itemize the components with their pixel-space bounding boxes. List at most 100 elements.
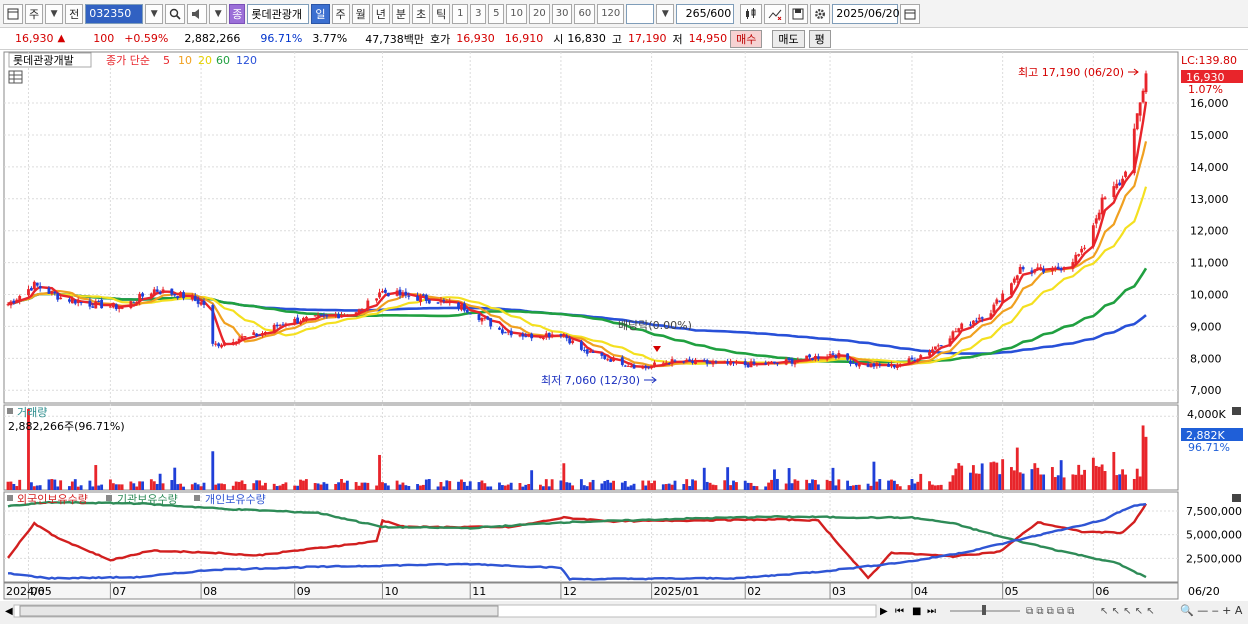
candle-body bbox=[837, 353, 841, 358]
candle-body bbox=[337, 314, 340, 319]
table-grid-icon[interactable] bbox=[8, 70, 23, 84]
average-button[interactable]: 평 bbox=[808, 29, 831, 48]
holdings-close-icon[interactable] bbox=[1232, 494, 1241, 502]
bid-price: 16,910 bbox=[504, 32, 544, 45]
volume-bar bbox=[787, 468, 791, 490]
volume-bar bbox=[334, 484, 338, 490]
candle-body bbox=[97, 300, 101, 302]
interval-60[interactable]: 60 bbox=[574, 3, 596, 24]
tab-month[interactable]: 월 bbox=[351, 3, 370, 24]
candle-body bbox=[480, 318, 484, 322]
save-icon[interactable] bbox=[788, 3, 809, 24]
scrollbar-thumb[interactable] bbox=[19, 605, 499, 617]
price-tick-label: 16,000 bbox=[1190, 97, 1229, 110]
candle-body bbox=[345, 315, 349, 317]
volume-close-icon[interactable] bbox=[1232, 407, 1241, 415]
tab-second[interactable]: 초 bbox=[412, 3, 431, 24]
volume-bar bbox=[1121, 469, 1125, 490]
candle-body bbox=[705, 360, 709, 364]
buy-button[interactable]: 매수 bbox=[730, 29, 763, 48]
date-field[interactable]: 2025/06/20 bbox=[832, 3, 900, 24]
chart-window-icon[interactable] bbox=[3, 3, 23, 24]
interval-1[interactable]: 1 bbox=[452, 3, 469, 24]
candle-body bbox=[199, 302, 203, 305]
interval-10[interactable]: 10 bbox=[506, 3, 527, 24]
custom-interval-input[interactable] bbox=[626, 3, 655, 24]
volume-bar bbox=[489, 486, 493, 490]
volume-bar bbox=[977, 473, 981, 490]
volume-bar bbox=[653, 480, 656, 490]
stock-name-field[interactable]: 롯데관광개 bbox=[247, 3, 310, 24]
volume-bar bbox=[272, 483, 276, 490]
tab-minute[interactable]: 분 bbox=[391, 3, 410, 24]
volume-bar bbox=[831, 467, 835, 490]
volume-bar bbox=[544, 479, 548, 490]
volume-bar bbox=[998, 474, 1002, 490]
volume-bar bbox=[155, 483, 159, 490]
sell-button[interactable]: 매도 bbox=[772, 29, 805, 48]
interval-3[interactable]: 3 bbox=[470, 3, 487, 24]
volume-bar bbox=[688, 486, 692, 490]
code-chevron-down-icon[interactable]: ▼ bbox=[145, 3, 164, 24]
speaker-icon[interactable] bbox=[187, 3, 208, 24]
volume-bar bbox=[895, 484, 899, 490]
volume-bar bbox=[462, 481, 466, 490]
volume-bar bbox=[928, 481, 931, 490]
candle-body bbox=[179, 292, 183, 298]
candle-body bbox=[1080, 248, 1084, 253]
drawing-icons[interactable]: ↖ ↖ ↖ ↖ ↖ bbox=[1100, 606, 1155, 617]
price-tick-label: 8,000 bbox=[1190, 352, 1222, 365]
calendar-icon[interactable] bbox=[900, 3, 921, 24]
candle-body bbox=[875, 363, 879, 366]
interval-chevron-down-icon[interactable]: ▼ bbox=[656, 3, 675, 24]
volume-bar bbox=[135, 486, 139, 490]
candle-body bbox=[913, 359, 917, 361]
gear-icon[interactable] bbox=[810, 3, 831, 24]
prev-button[interactable]: 전 bbox=[65, 3, 84, 24]
candle-type-icon[interactable] bbox=[740, 3, 763, 24]
stock-type-select[interactable]: 주 bbox=[25, 3, 44, 24]
stop-icon[interactable]: ■ bbox=[912, 606, 921, 617]
interval-120[interactable]: 120 bbox=[597, 3, 625, 24]
candle-body bbox=[202, 300, 206, 305]
candle-body bbox=[600, 353, 604, 356]
candle-body bbox=[857, 363, 861, 367]
tab-year[interactable]: 년 bbox=[371, 3, 390, 24]
candle-body bbox=[907, 358, 911, 364]
volume-bar bbox=[632, 483, 636, 490]
candle-body bbox=[255, 333, 259, 337]
tab-day[interactable]: 일 bbox=[311, 3, 330, 24]
candle-body bbox=[969, 324, 972, 326]
scroll-left-icon[interactable]: ◀ bbox=[5, 606, 13, 617]
candle-body bbox=[960, 323, 964, 330]
tab-tick[interactable]: 틱 bbox=[432, 3, 451, 24]
candle-body bbox=[149, 293, 153, 297]
toolbar-icons[interactable]: ⧉ ⧉ ⧉ ⧉ ⧉ bbox=[1026, 606, 1074, 617]
candle-body bbox=[111, 302, 115, 308]
trend-line-icon[interactable] bbox=[764, 3, 787, 24]
candle-body bbox=[293, 318, 297, 323]
tab-week[interactable]: 주 bbox=[331, 3, 350, 24]
play-back-icon[interactable]: ⏮ bbox=[895, 606, 904, 617]
interval-30[interactable]: 30 bbox=[551, 3, 573, 24]
count-field[interactable]: 265/600 bbox=[676, 3, 735, 24]
zoom-icons[interactable]: 🔍 — ‒ + A bbox=[1180, 603, 1243, 617]
stock-code-input[interactable]: 032350 bbox=[85, 3, 144, 24]
volume-bar bbox=[752, 485, 756, 490]
volume-bar bbox=[345, 480, 349, 490]
scroll-right-icon[interactable]: ▶ bbox=[880, 606, 888, 617]
volume-bar bbox=[486, 486, 490, 490]
candle-body bbox=[606, 359, 610, 361]
candle-body bbox=[468, 313, 472, 315]
volume-bar bbox=[182, 486, 185, 490]
volume-bar bbox=[834, 485, 838, 490]
play-forward-icon[interactable]: ⏭ bbox=[927, 606, 936, 617]
search-icon[interactable] bbox=[165, 3, 186, 24]
zoom-slider-handle[interactable] bbox=[982, 605, 986, 615]
candle-body bbox=[787, 358, 791, 360]
speaker-chevron-down-icon[interactable]: ▼ bbox=[209, 3, 228, 24]
type-chevron-down-icon[interactable]: ▼ bbox=[45, 3, 64, 24]
interval-20[interactable]: 20 bbox=[528, 3, 550, 24]
interval-5[interactable]: 5 bbox=[488, 3, 505, 24]
volume-bar bbox=[234, 481, 238, 490]
